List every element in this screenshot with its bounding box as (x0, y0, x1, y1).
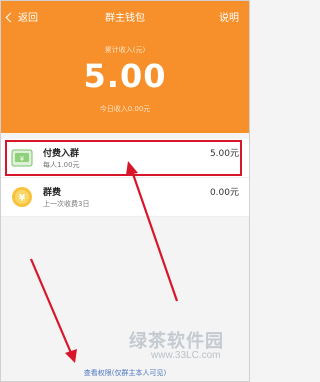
arrow-line-right (130, 170, 179, 302)
app-frame: 返回 群主钱包 说明 累计收入(元) 5.00 今日收入0.00元 ¥ 付费入群… (0, 0, 250, 382)
annotation-arrows (29, 161, 179, 363)
arrow-head-right (126, 161, 138, 175)
arrow-head-left (65, 349, 77, 363)
view-permission-link[interactable]: 查看权限(仅群主本人可见) (1, 368, 249, 378)
watermark-url: www.33LC.com (151, 350, 221, 361)
arrow-line-left (29, 258, 73, 354)
